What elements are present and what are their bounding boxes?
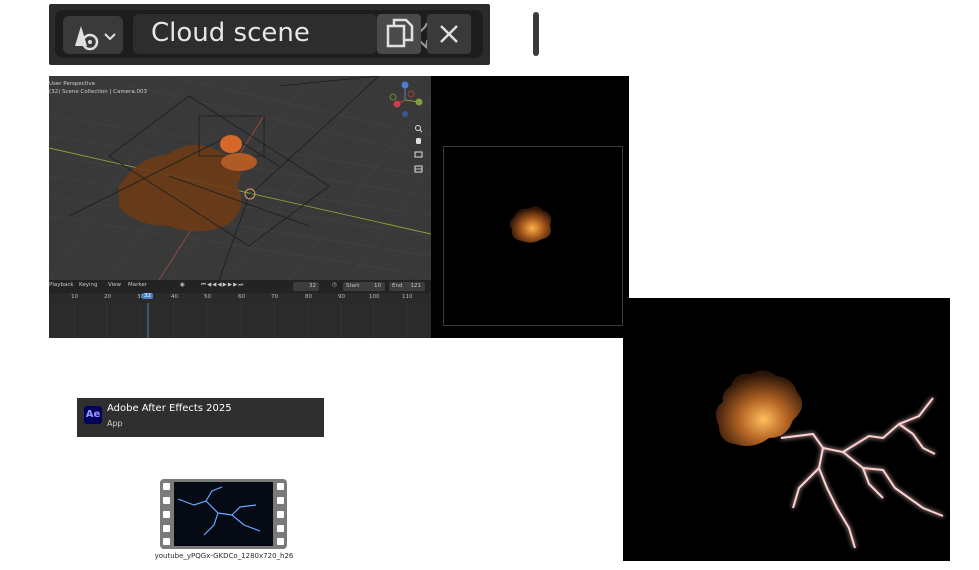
scene-selector: Cloud scene [55, 10, 483, 58]
app-name-label: Adobe After Effects 2025 [107, 403, 232, 414]
ruler-tick-label: 70 [271, 294, 278, 300]
render-camera-frame [443, 146, 623, 326]
app-type-label: App [107, 419, 123, 428]
timeline-ruler[interactable]: 10 20 30 32 40 50 60 70 80 90 100 110 [49, 293, 431, 303]
zoom-icon[interactable] [415, 125, 423, 133]
playback-menu[interactable]: Playback [49, 282, 74, 288]
end-frame-field[interactable]: End 121 [389, 282, 425, 291]
ruler-tick-label: 40 [171, 294, 178, 300]
grid-view-icon[interactable] [414, 165, 423, 173]
keying-menu[interactable]: Keying [79, 282, 97, 288]
scene-type-dropdown[interactable] [63, 16, 123, 54]
playback-controls[interactable]: ⏮◀◀◀▶▶▶⏭ [201, 282, 244, 289]
current-frame-field[interactable]: 32 [293, 282, 319, 291]
timeline-header: Playback Keying View Marker ◉ ⏮◀◀◀▶▶▶⏭ 3… [49, 280, 431, 293]
ruler-tick-label: 10 [71, 294, 78, 300]
duplicate-scene-button[interactable] [377, 14, 421, 54]
start-frame-value: 10 [374, 283, 381, 289]
close-icon [440, 25, 458, 43]
scene-data-icon [75, 26, 116, 51]
lightning-cloud-render-image [623, 298, 950, 561]
video-filename-label: youtube_yPQGx-GKDCo_1280x720_h26 [154, 552, 294, 560]
scene-name-text: Cloud scene [151, 18, 310, 48]
viewport-collection-label: (32) Scene Collection | Camera.003 [49, 89, 147, 95]
lightning-cloud-graphic [715, 370, 944, 549]
view-menu[interactable]: View [108, 282, 121, 288]
viewport-perspective-label: User Perspective [49, 81, 96, 87]
ruler-tick-label: 20 [104, 294, 111, 300]
end-frame-label: End [392, 283, 403, 289]
start-frame-label: Start [346, 283, 360, 289]
timeline-grid [73, 303, 408, 338]
viewport-info-text: User Perspective (32) Scene Collection |… [49, 80, 147, 96]
next-header-widget-edge [533, 12, 539, 56]
result-focus-indicator [118, 437, 156, 439]
start-frame-field[interactable]: Start 10 [343, 282, 385, 291]
record-icon[interactable]: ◉ [180, 282, 185, 288]
ruler-tick-label: 90 [338, 294, 345, 300]
ruler-tick-label: 60 [238, 294, 245, 300]
ruler-tick-label: 50 [204, 294, 211, 300]
camera-view-icon[interactable] [414, 151, 423, 158]
render-preview-panel [431, 76, 629, 338]
scene-header-bar: Cloud scene [49, 4, 539, 65]
unlink-scene-button[interactable] [427, 14, 471, 54]
duplicate-icon [386, 18, 414, 48]
3d-viewport[interactable]: User Perspective (32) Scene Collection |… [49, 76, 431, 280]
marker-menu[interactable]: Marker [128, 282, 147, 288]
clock-icon: ◷ [332, 282, 337, 288]
ruler-tick-label: 80 [305, 294, 312, 300]
film-strip-icon [160, 479, 287, 549]
video-file-thumbnail[interactable] [160, 479, 287, 549]
chevron-down-icon [104, 33, 116, 41]
current-frame-marker[interactable]: 32 [142, 293, 153, 299]
ruler-tick-label: 100 [369, 294, 380, 300]
navigation-gizmo[interactable] [383, 80, 429, 180]
timeline-track-area[interactable] [49, 303, 431, 338]
app-search-result[interactable]: Ae Adobe After Effects 2025 App [77, 398, 324, 437]
pan-hand-icon[interactable] [416, 138, 421, 144]
ruler-tick-label: 110 [402, 294, 413, 300]
end-frame-value: 121 [410, 283, 422, 289]
render-cloud-image [509, 206, 552, 243]
viewport-scene-graphic [49, 76, 431, 280]
scene-name-field[interactable]: Cloud scene [133, 14, 441, 54]
after-effects-icon: Ae [84, 406, 102, 424]
